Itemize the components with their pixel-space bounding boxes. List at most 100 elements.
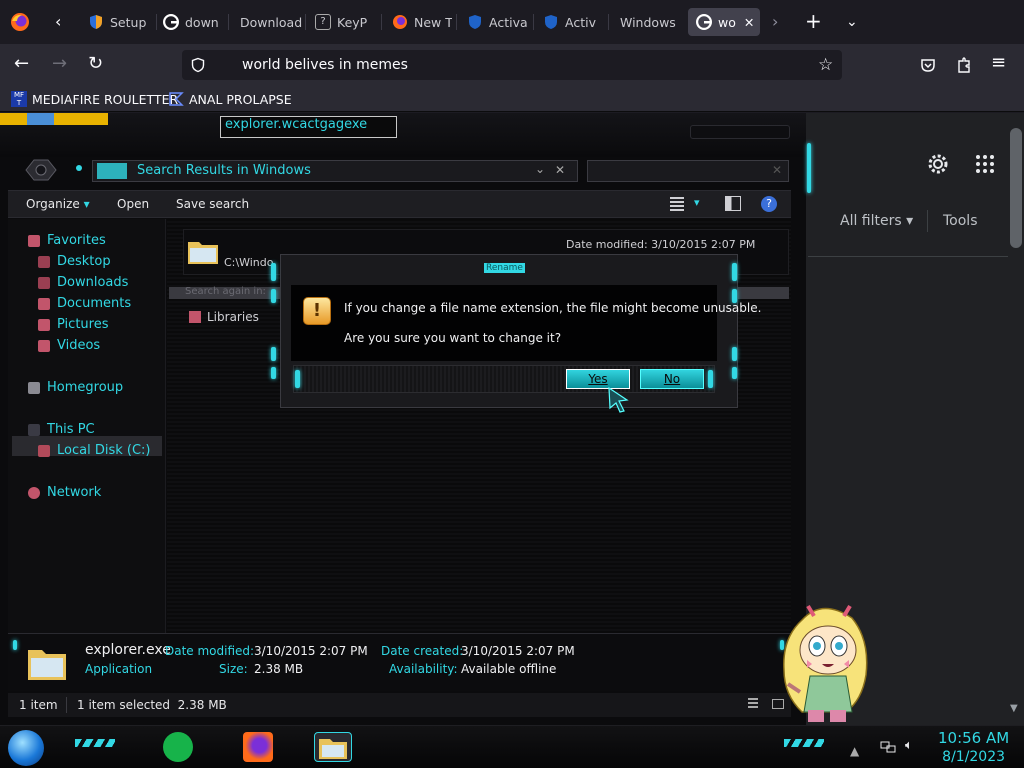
scroll-down-icon[interactable]: ▼: [1010, 700, 1018, 718]
details-availability-value: Available offline: [461, 662, 557, 676]
network-tray-icon[interactable]: [880, 740, 896, 754]
tools-button[interactable]: Tools: [943, 213, 978, 229]
new-tab-icon[interactable]: +: [805, 11, 822, 31]
nav-network[interactable]: Network: [28, 485, 101, 500]
explorer-title-bar: [0, 113, 806, 157]
tab-activa[interactable]: Activa: [467, 8, 529, 36]
preview-pane-icon[interactable]: [725, 196, 741, 211]
nav-label: Network: [47, 485, 102, 500]
title-decoration: [690, 125, 790, 139]
nav-videos[interactable]: Videos: [38, 338, 100, 353]
tab-scroll-right-icon[interactable]: ›: [772, 13, 778, 31]
view-options-icon[interactable]: [670, 197, 684, 211]
question-icon: ?: [315, 14, 331, 30]
window-buttons-decoration: [0, 113, 108, 125]
tab-label: KeyP: [337, 14, 368, 30]
tab-setup[interactable]: Setup: [88, 8, 154, 36]
bookmark-anal-prolapse[interactable]: ANAL PROLAPSE: [168, 91, 292, 107]
details-size-value: 2.38 MB: [254, 662, 304, 676]
firefox-taskbar-icon[interactable]: [243, 732, 273, 762]
chevron-down-icon: ▾: [83, 197, 90, 211]
nav-downloads[interactable]: Downloads: [38, 275, 128, 290]
tab-activ[interactable]: Activ: [543, 8, 605, 36]
tab-download[interactable]: Download: [240, 8, 302, 36]
tab-label: Activ: [565, 14, 596, 30]
tab-down[interactable]: down: [163, 8, 223, 36]
system-clock[interactable]: 10:56 AM 8/1/2023: [938, 729, 1009, 767]
close-tab-icon[interactable]: ✕: [744, 15, 754, 30]
show-hidden-icons[interactable]: ▲: [850, 744, 859, 758]
url-text: world belives in memes: [242, 57, 408, 73]
nav-desktop[interactable]: Desktop: [38, 254, 111, 269]
menu-hamburger-icon[interactable]: ≡: [991, 54, 1006, 72]
search-input[interactable]: ✕: [587, 160, 789, 182]
bookmark-label: ANAL PROLAPSE: [189, 91, 292, 107]
nav-homegroup[interactable]: Homegroup: [28, 380, 123, 395]
no-button[interactable]: No: [640, 369, 704, 389]
google-icon: [163, 14, 179, 30]
bookmark-label: MEDIAFIRE ROULETTER: [32, 91, 179, 107]
open-button[interactable]: Open: [117, 197, 149, 211]
reload-icon[interactable]: ↻: [88, 55, 103, 73]
tab-label: wo: [718, 14, 736, 30]
search-clear-icon[interactable]: ✕: [772, 163, 782, 177]
nav-local-disk[interactable]: Local Disk (C:): [38, 443, 150, 458]
nav-indicator-icon: [76, 165, 82, 171]
dialog-edge-glow: [271, 263, 276, 281]
tab-label: New T: [414, 14, 452, 30]
rename-input[interactable]: explorer.wcactgagexe: [220, 116, 397, 138]
search-again-libraries[interactable]: Libraries: [189, 310, 259, 324]
start-orb-icon[interactable]: [8, 730, 44, 766]
tracking-shield-icon[interactable]: [190, 57, 206, 73]
page-scrollbar[interactable]: [1010, 128, 1022, 248]
clear-search-icon[interactable]: ✕: [555, 163, 565, 177]
nav-label: Videos: [57, 338, 101, 353]
settings-gear-icon[interactable]: [927, 153, 949, 175]
back-forward-orb-icon[interactable]: [22, 157, 60, 183]
tab-active-wo[interactable]: wo ✕: [688, 8, 760, 36]
nav-documents[interactable]: Documents: [38, 296, 131, 311]
url-bar[interactable]: world belives in memes ☆: [182, 50, 842, 80]
volume-icon[interactable]: 🔈︎: [905, 738, 913, 753]
bookmark-star-icon[interactable]: ☆: [818, 56, 833, 74]
help-icon[interactable]: ?: [761, 196, 777, 212]
tab-windows[interactable]: Windows: [620, 8, 680, 36]
details-date-created-label: Date created:: [381, 644, 464, 658]
libraries-label: Libraries: [207, 310, 259, 324]
tab-keyp[interactable]: ? KeyP: [315, 8, 377, 36]
firefox-icon[interactable]: [10, 12, 30, 32]
all-filters-button[interactable]: All filters ▾: [840, 213, 913, 229]
tab-separator: [381, 14, 382, 30]
nav-favorites[interactable]: Favorites: [28, 233, 106, 248]
homegroup-icon: [28, 381, 40, 394]
tab-new[interactable]: New T: [392, 8, 452, 36]
save-search-button[interactable]: Save search: [176, 197, 249, 211]
details-view-icon[interactable]: [748, 698, 758, 710]
file-explorer-taskbar-icon[interactable]: [314, 732, 352, 762]
tab-label: down: [185, 14, 219, 30]
pocket-icon[interactable]: [920, 57, 936, 73]
list-tabs-chevron-icon[interactable]: ⌄: [846, 13, 858, 31]
drive-icon: [38, 444, 50, 457]
spotify-icon[interactable]: [163, 732, 193, 762]
file-path: C:\Windo: [224, 256, 274, 269]
apps-grid-icon[interactable]: [975, 154, 995, 174]
computer-icon: [28, 423, 40, 436]
forward-icon[interactable]: →: [52, 55, 67, 73]
extensions-icon[interactable]: [956, 56, 972, 74]
nav-this-pc[interactable]: This PC: [28, 422, 95, 437]
bookmark-mediafire[interactable]: MF T MEDIAFIRE ROULETTER: [11, 91, 178, 107]
address-dropdown-icon[interactable]: ⌄: [535, 162, 545, 176]
network-icon: [28, 486, 40, 499]
dialog-edge-glow: [732, 367, 737, 379]
chevron-down-icon[interactable]: ▾: [694, 196, 700, 209]
tab-scroll-left-icon[interactable]: ‹: [55, 13, 61, 31]
address-bar[interactable]: Search Results in Windows ⌄ ✕: [92, 160, 578, 182]
back-icon[interactable]: ←: [14, 55, 29, 73]
nav-pictures[interactable]: Pictures: [38, 317, 108, 332]
bookmarks-toolbar: MF T MEDIAFIRE ROULETTER ANAL PROLAPSE: [0, 86, 1024, 112]
dialog-edge-glow: [271, 347, 276, 361]
star-icon: [28, 234, 40, 247]
tab-separator: [305, 14, 306, 30]
organize-button[interactable]: Organize ▾: [26, 197, 90, 211]
